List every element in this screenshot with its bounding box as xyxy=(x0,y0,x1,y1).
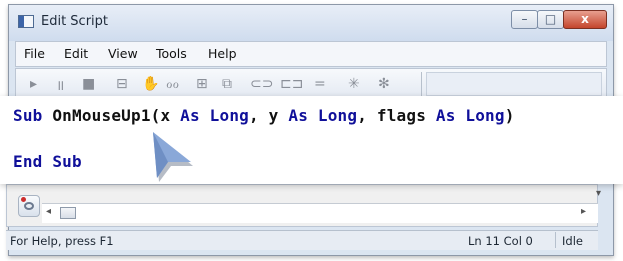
code-line-sub-declaration[interactable]: Sub OnMouseUp1(x As Long, y As Long, fla… xyxy=(13,106,515,125)
menu-tools[interactable]: Tools xyxy=(156,46,187,61)
code-line-end-sub[interactable]: End Sub xyxy=(13,152,82,171)
param-flags: , flags xyxy=(357,106,436,125)
pause-icon[interactable]: ॥ xyxy=(56,76,64,95)
breakpoint-icon[interactable]: ✳ xyxy=(348,76,360,92)
window-title: Edit Script xyxy=(41,14,109,29)
script-object-icon[interactable] xyxy=(18,195,40,217)
properties-icon[interactable]: ⧉ xyxy=(222,76,232,92)
maximize-button[interactable]: □ xyxy=(537,10,564,29)
code-editor[interactable]: Sub OnMouseUp1(x As Long, y As Long, fla… xyxy=(0,96,623,184)
keyword-end-sub: End Sub xyxy=(13,152,82,171)
stop-icon[interactable]: ■ xyxy=(82,76,95,92)
menu-help[interactable]: Help xyxy=(208,46,237,61)
procedure-signature: OnMouseUp1(x xyxy=(52,106,181,125)
script-app-icon xyxy=(18,15,34,28)
status-bar: For Help, press F1 Ln 11 Col 0 Idle xyxy=(6,230,598,250)
object-browser-icon[interactable]: ⊞ xyxy=(196,76,208,92)
dialog-icon[interactable]: ⊟ xyxy=(116,76,128,92)
menu-view[interactable]: View xyxy=(108,46,138,61)
scroll-left-icon[interactable]: ◂ xyxy=(46,206,51,217)
comment-icon[interactable]: ⊏⊐ xyxy=(280,76,303,92)
status-cursor-position: Ln 11 Col 0 xyxy=(468,234,533,248)
minimize-button[interactable]: – xyxy=(511,10,538,29)
param-y: , y xyxy=(249,106,289,125)
menu-file[interactable]: File xyxy=(24,46,45,61)
menu-edit[interactable]: Edit xyxy=(64,46,88,61)
status-mode: Idle xyxy=(562,234,583,248)
keyword-sub: Sub xyxy=(13,106,53,125)
hand-icon[interactable]: ✋ xyxy=(142,76,159,92)
vertical-scroll-down-icon[interactable]: ▾ xyxy=(596,188,601,199)
step-into-icon[interactable]: ⊂⊃ xyxy=(250,76,273,92)
close-button[interactable]: x xyxy=(563,10,607,29)
horizontal-scrollbar[interactable]: ◂ ▸ xyxy=(42,203,598,223)
clear-breakpoint-icon[interactable]: ✻ xyxy=(378,76,390,92)
run-icon[interactable]: ▸ xyxy=(30,76,37,92)
toolbar-separator xyxy=(421,72,422,96)
keyword-as-long: As Long xyxy=(288,106,358,125)
close-paren: ) xyxy=(504,106,515,125)
keyword-as-long: As Long xyxy=(180,106,250,125)
menu-bar: File Edit View Tools Help xyxy=(15,41,607,67)
keyword-as-long: As Long xyxy=(435,106,505,125)
status-help-text: For Help, press F1 xyxy=(10,234,114,248)
mouse-pointer-icon xyxy=(153,132,193,182)
scroll-thumb[interactable] xyxy=(60,207,76,219)
title-bar[interactable]: Edit Script – □ x xyxy=(9,5,613,41)
scroll-right-icon[interactable]: ▸ xyxy=(581,206,586,217)
watch-icon[interactable]: ℴℴ xyxy=(166,76,179,92)
toolbar-empty-area xyxy=(426,72,602,96)
status-separator xyxy=(555,232,556,248)
equals-icon[interactable]: = xyxy=(314,76,326,92)
